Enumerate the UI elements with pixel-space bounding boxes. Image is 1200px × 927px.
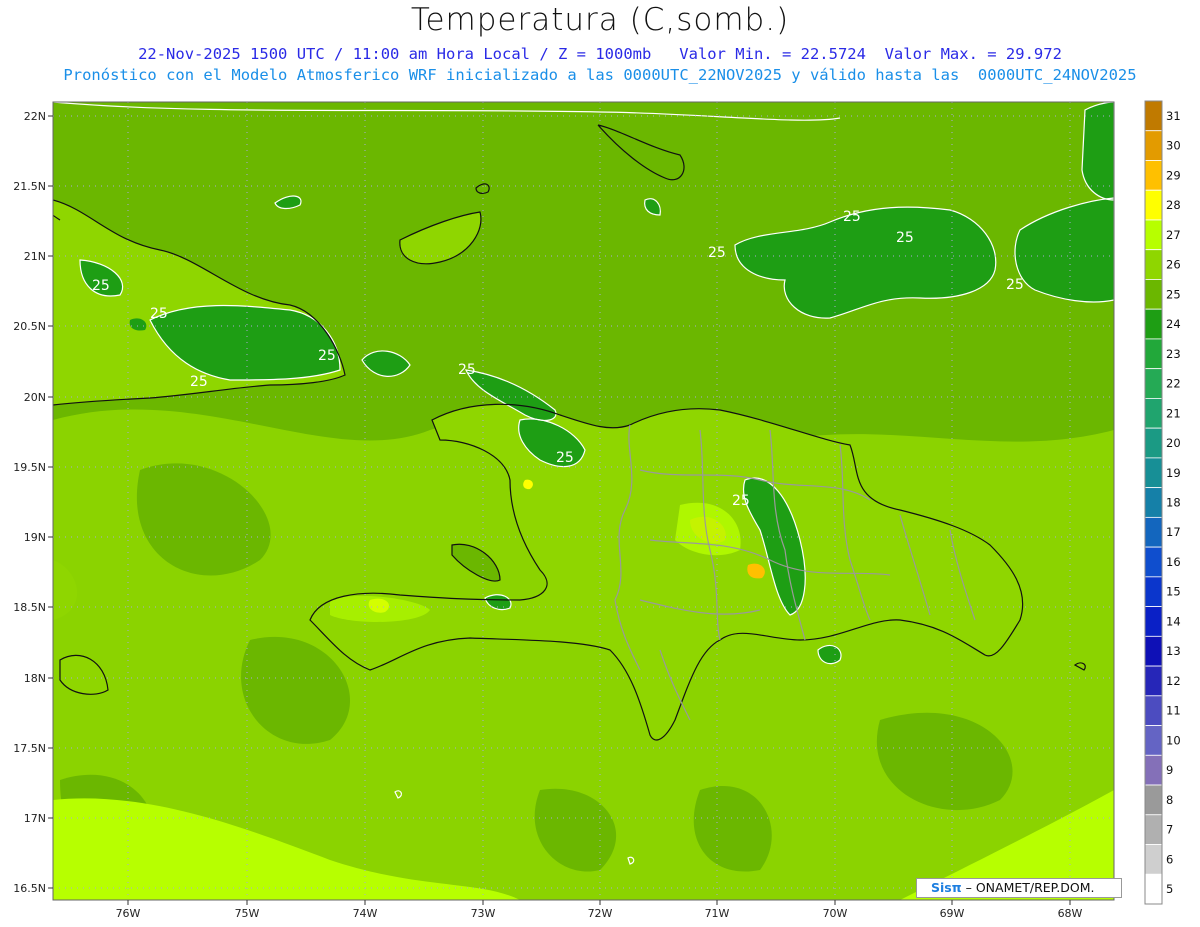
colorbar-label: 5 [1166, 882, 1173, 896]
contour-label: 25 [556, 450, 574, 466]
colorbar-label: 31 [1166, 109, 1181, 123]
contour-label: 25 [458, 362, 476, 378]
colorbar-label: 11 [1166, 704, 1181, 718]
colorbar-swatch [1144, 249, 1163, 280]
lon-label: 70W [823, 907, 848, 920]
colorbar-label: 10 [1166, 733, 1181, 747]
colorbar-label: 16 [1166, 555, 1181, 569]
colorbar-label: 18 [1166, 496, 1181, 510]
credit-brand: Sisπ [931, 880, 962, 895]
colorbar-label: 19 [1166, 466, 1181, 480]
colorbar-swatch [1144, 100, 1163, 132]
colorbar-swatch [1144, 665, 1163, 697]
colorbar-label: 12 [1166, 674, 1181, 688]
colorbar-label: 6 [1166, 852, 1173, 866]
lat-label: 20N [24, 391, 46, 404]
lon-label: 73W [471, 907, 496, 920]
lat-label: 18.5N [13, 601, 46, 614]
colorbar-swatch [1144, 487, 1163, 518]
colorbar-swatch [1144, 606, 1163, 637]
contour-label: 25 [190, 374, 208, 390]
colorbar-swatch [1144, 516, 1163, 548]
latitude-axis: 22N 21.5N 21N 20.5N 20N 19.5N 19N 18.5N … [13, 110, 53, 895]
colorbar-label: 23 [1166, 347, 1181, 361]
lon-label: 75W [235, 907, 260, 920]
credit-box: Sisπ – ONAMET/REP.DOM. [916, 878, 1122, 898]
lon-label: 68W [1058, 907, 1083, 920]
colorbar-label: 7 [1166, 823, 1173, 837]
lon-label: 72W [588, 907, 613, 920]
colorbar-swatch [1144, 546, 1163, 578]
contour-label: 25 [843, 209, 861, 225]
colorbar-label: 26 [1166, 258, 1181, 272]
colorbar-swatch [1144, 338, 1163, 370]
colorbar-swatch [1144, 754, 1163, 786]
lon-label: 74W [353, 907, 378, 920]
colorbar-label: 20 [1166, 436, 1181, 450]
colorbar-label: 13 [1166, 644, 1181, 658]
colorbar-swatch [1144, 784, 1163, 816]
colorbar-swatch [1144, 130, 1163, 161]
temperature-map: 25 25 25 25 25 25 25 25 25 25 25 22N 21.… [13, 100, 1181, 920]
colorbar-label: 14 [1166, 614, 1181, 628]
lat-label: 19.5N [13, 461, 46, 474]
lat-label: 17.5N [13, 742, 46, 755]
colorbar-label: 24 [1166, 317, 1181, 331]
colorbar-label: 9 [1166, 763, 1173, 777]
contour-label: 25 [1006, 277, 1024, 293]
lat-label: 16.5N [13, 882, 46, 895]
colorbar-label: 27 [1166, 228, 1181, 242]
lat-label: 22N [24, 110, 46, 123]
contour-label: 25 [732, 493, 750, 509]
lat-label: 18N [24, 672, 46, 685]
colorbar-label: 21 [1166, 406, 1181, 420]
lat-label: 21.5N [13, 180, 46, 193]
longitude-axis: 76W 75W 74W 73W 72W 71W 70W 69W 68W [116, 900, 1083, 920]
colorbar-swatch [1144, 219, 1163, 251]
colorbar-swatch [1144, 368, 1163, 399]
credit-text: – ONAMET/REP.DOM. [965, 880, 1095, 895]
colorbar-label: 28 [1166, 198, 1181, 212]
lat-label: 20.5N [13, 320, 46, 333]
lat-label: 19N [24, 531, 46, 544]
lat-label: 17N [24, 812, 46, 825]
colorbar-swatch [1144, 695, 1163, 726]
colorbar-swatch [1144, 725, 1163, 756]
colorbar: 31 30 29 28 27 26 25 24 23 22 21 20 19 18 17 16 15 14 13 12… [1144, 100, 1181, 905]
colorbar-label: 17 [1166, 525, 1181, 539]
colorbar-swatch [1144, 635, 1163, 667]
colorbar-swatch [1144, 160, 1163, 191]
contour-label: 25 [150, 306, 168, 322]
contour-label: 25 [318, 348, 336, 364]
colorbar-swatch [1144, 576, 1163, 607]
colorbar-label: 15 [1166, 585, 1181, 599]
colorbar-swatch [1144, 189, 1163, 221]
colorbar-label: 25 [1166, 287, 1181, 301]
lon-label: 76W [116, 907, 141, 920]
colorbar-swatch [1144, 844, 1163, 875]
colorbar-swatch [1144, 398, 1163, 429]
colorbar-label: 30 [1166, 139, 1181, 153]
colorbar-label: 8 [1166, 793, 1173, 807]
colorbar-swatch [1144, 814, 1163, 845]
lon-label: 69W [940, 907, 965, 920]
colorbar-swatch [1144, 279, 1163, 310]
lat-label: 21N [24, 250, 46, 263]
colorbar-swatch [1144, 427, 1163, 459]
lon-label: 71W [705, 907, 730, 920]
colorbar-label: 29 [1166, 168, 1181, 182]
map-fill-layer [53, 102, 1114, 900]
colorbar-swatch [1144, 457, 1163, 489]
contour-label: 25 [896, 230, 914, 246]
colorbar-label: 22 [1166, 377, 1181, 391]
contour-label: 25 [92, 278, 110, 294]
colorbar-swatch [1144, 308, 1163, 340]
contour-label: 25 [708, 245, 726, 261]
colorbar-swatch [1144, 873, 1163, 905]
